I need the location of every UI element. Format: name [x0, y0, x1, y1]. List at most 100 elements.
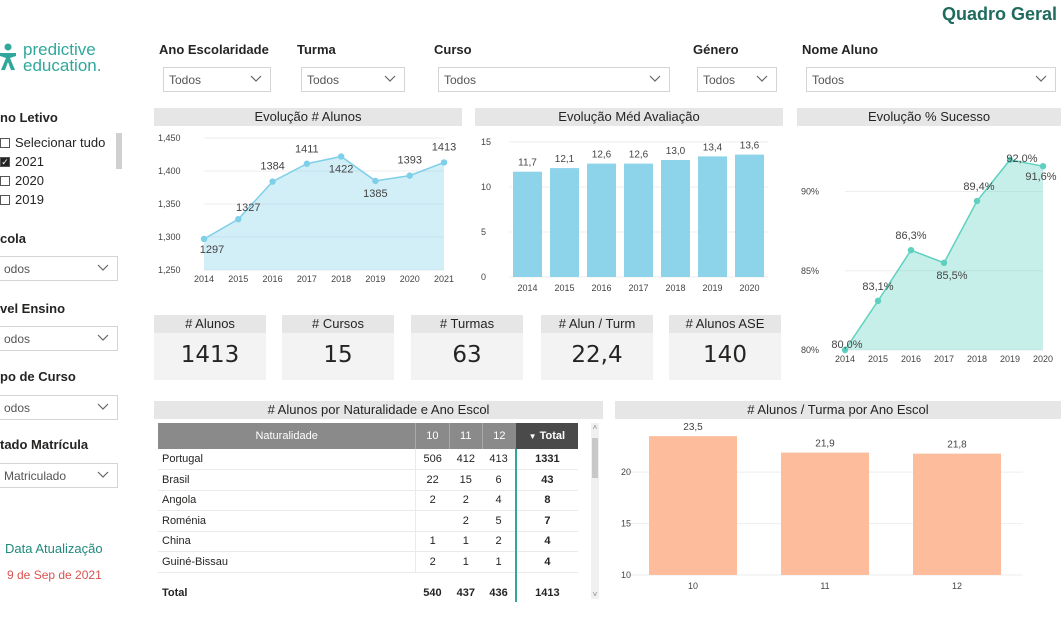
genero-dropdown[interactable]: Todos	[697, 67, 777, 92]
ano-letivo-list: Selecionar tudo ✓ 2021 2020 2019	[0, 133, 122, 209]
x-tick-label: 2015	[868, 354, 888, 364]
kpi-label: # Alun / Turm	[541, 315, 653, 333]
total-cell: 436	[489, 587, 508, 599]
tipo-curso-title: po de Curso	[0, 369, 76, 384]
chevron-down-icon	[97, 334, 109, 341]
x-tick-label: 2019	[1000, 354, 1020, 364]
escola-title: cola	[0, 231, 27, 246]
table-row[interactable]: Roménia 2 5 7	[158, 510, 578, 532]
cell-value: 22	[415, 469, 450, 491]
curso-dropdown[interactable]: Todos	[438, 67, 670, 92]
chevron-down-icon	[649, 75, 661, 82]
y-tick-label: 10	[481, 182, 491, 192]
chevron-down-icon	[97, 403, 109, 410]
kpi-alunos: # Alunos 1413	[154, 315, 266, 380]
x-tick-label: 2015	[228, 274, 248, 284]
bar	[913, 453, 1001, 575]
y-tick-label: 1,450	[158, 133, 181, 143]
data-label: 21,9	[815, 439, 835, 450]
sort-desc-icon: ▼	[528, 432, 537, 441]
column-header-label: Total	[539, 430, 566, 442]
table-row[interactable]: Guiné-Bissau 2 1 1 4	[158, 551, 578, 573]
data-point	[440, 159, 448, 166]
curso-title: Curso	[434, 42, 472, 57]
total-cell: 540	[423, 587, 442, 599]
scroll-thumb[interactable]	[592, 438, 598, 478]
x-tick-label: 2017	[628, 283, 648, 293]
kpi-turmas: # Turmas 63	[411, 315, 523, 380]
bar	[550, 168, 579, 277]
x-tick-label: 2017	[934, 354, 954, 364]
cell-value: 15	[449, 469, 483, 491]
column-header[interactable]: 11	[449, 423, 483, 449]
ano-letivo-title: no Letivo	[0, 110, 58, 125]
data-point	[907, 246, 915, 254]
cell-value: 413	[482, 449, 516, 470]
cell-total: 1331	[514, 449, 578, 470]
chart-title: Evolução Méd Avaliação	[475, 108, 783, 126]
x-tick-label: 12	[952, 581, 962, 591]
page-title: Quadro Geral	[941, 4, 1057, 24]
chevron-down-icon	[250, 75, 262, 82]
table-row[interactable]: China 1 1 2 4	[158, 531, 578, 552]
column-header-total[interactable]: ▼ Total	[515, 423, 578, 449]
nome-aluno-dropdown[interactable]: Todos	[806, 67, 1056, 92]
cell-naturalidade: Angola	[158, 490, 416, 511]
y-tick-label: 90%	[801, 187, 819, 197]
ano-letivo-option[interactable]: 2020	[0, 171, 122, 190]
nivel-ensino-dropdown[interactable]: odos	[0, 326, 118, 351]
scroll-down-icon[interactable]: ˅	[591, 590, 599, 599]
turma-dropdown[interactable]: Todos	[301, 67, 405, 92]
ano-letivo-option[interactable]: 2019	[0, 190, 122, 209]
cell-value: 2	[415, 551, 450, 573]
option-label: 2019	[15, 192, 44, 207]
table-row[interactable]: Brasil 22 15 6 43	[158, 469, 578, 491]
table-row[interactable]: Angola 2 2 4 8	[158, 490, 578, 511]
ano-letivo-option[interactable]: ✓ 2021	[0, 152, 122, 171]
dropdown-value: odos	[4, 262, 31, 276]
escola-dropdown[interactable]: odos	[0, 256, 118, 281]
kpi-label: # Turmas	[411, 315, 523, 333]
x-tick-label: 2019	[365, 274, 385, 284]
checkbox[interactable]	[0, 194, 10, 205]
data-label: 1413	[432, 141, 456, 153]
scrollbar[interactable]	[116, 133, 122, 169]
y-tick-label: 1,400	[158, 166, 181, 176]
data-label: 85,5%	[936, 270, 967, 282]
x-tick-label: 2020	[400, 274, 420, 284]
sucesso-area-chart: 90% 85% 80% 80,0% 2014 83,1% 2015 86,3% 2016 85,5…	[801, 153, 1057, 364]
kpi-alunos-ase: # Alunos ASE 140	[669, 315, 781, 380]
kpi-value: 140	[703, 342, 747, 368]
bar	[624, 163, 653, 277]
data-point	[372, 177, 379, 185]
data-label: 12,6	[592, 150, 612, 161]
scroll-up-icon[interactable]: ˄	[591, 423, 599, 432]
column-header[interactable]: 10	[415, 423, 450, 449]
x-tick-label: 2014	[194, 274, 214, 284]
column-header[interactable]: Naturalidade	[158, 423, 417, 449]
table-scrollbar[interactable]: ˄ ˅	[591, 423, 599, 599]
total-cell: 437	[456, 587, 475, 599]
alunos-area-chart: 1,450 1,400 1,350 1,300 1,250 1297 2014 1327 201…	[158, 133, 456, 284]
column-header[interactable]: 12	[482, 423, 516, 449]
checkbox-checked[interactable]: ✓	[0, 156, 10, 167]
checkbox[interactable]	[0, 175, 10, 186]
tipo-curso-dropdown[interactable]: odos	[0, 395, 118, 420]
cell-total: 8	[514, 490, 578, 511]
dropdown-value: odos	[4, 401, 31, 415]
data-label: 12,6	[629, 150, 649, 161]
table-row[interactable]: Portugal 506 412 413 1331	[158, 449, 578, 470]
data-label: 86,3%	[895, 230, 926, 242]
ano-letivo-option[interactable]: Selecionar tudo	[0, 133, 122, 152]
kpi-label: # Alunos ASE	[669, 315, 781, 333]
data-point	[200, 235, 208, 243]
cell-value: 5	[482, 510, 516, 532]
checkbox[interactable]	[0, 137, 10, 148]
estado-matricula-title: tado Matrícula	[0, 437, 89, 452]
cell-value: 1	[482, 551, 516, 573]
estado-matricula-dropdown[interactable]: Matriculado	[0, 463, 118, 488]
cell-value: 506	[415, 449, 450, 470]
chevron-down-icon	[756, 75, 768, 82]
ano-escolaridade-dropdown[interactable]: Todos	[163, 67, 271, 92]
cell-value: 2	[415, 490, 450, 511]
